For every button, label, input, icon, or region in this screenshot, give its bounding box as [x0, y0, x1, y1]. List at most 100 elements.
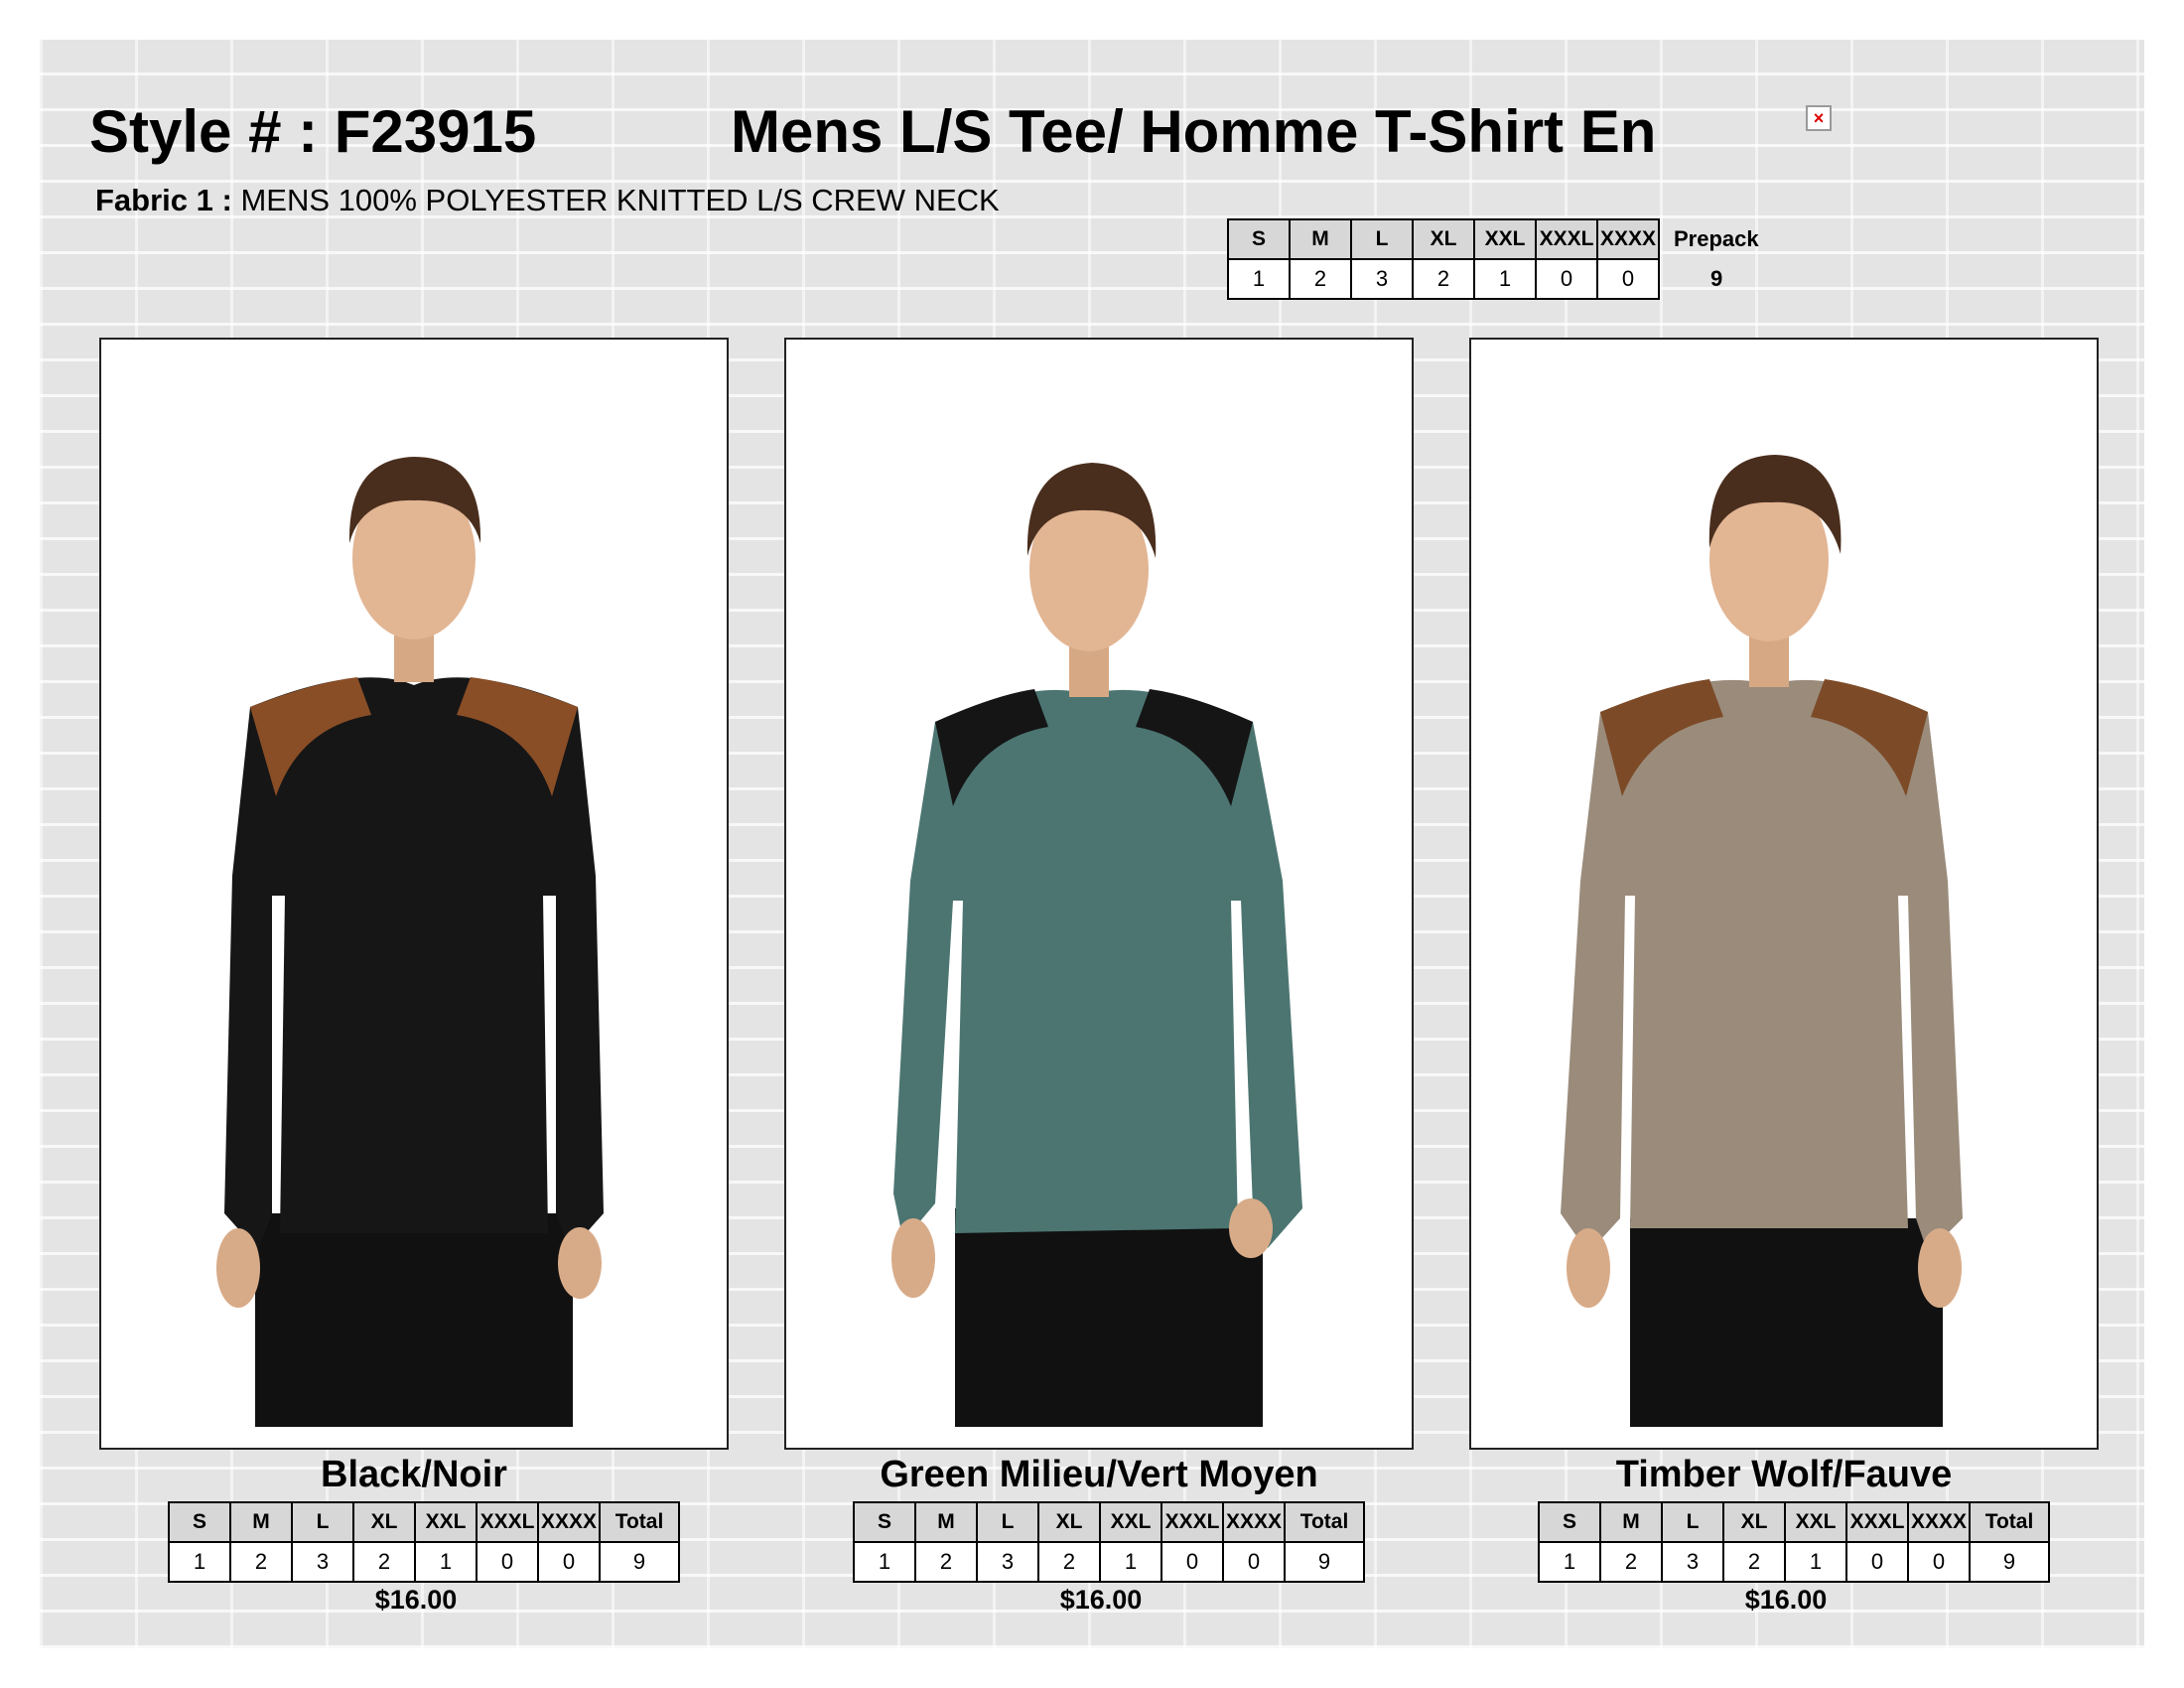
size-quantity: 2	[1289, 258, 1352, 300]
trousers	[1630, 1218, 1943, 1427]
size-quantity: 3	[1661, 1541, 1724, 1583]
size-quantity: 2	[1599, 1541, 1663, 1583]
product-title: Mens L/S Tee/ Homme T-Shirt En	[731, 98, 1657, 165]
color-name: Green Milieu/Vert Moyen	[880, 1454, 1318, 1495]
size-quantity: 2	[914, 1541, 978, 1583]
size-header: L	[976, 1501, 1039, 1543]
fabric-value: MENS 100% POLYESTER KNITTED L/S CREW NEC…	[240, 183, 1000, 217]
product-image-panel	[1469, 338, 2099, 1450]
size-quantity: 1	[1473, 258, 1537, 300]
size-quantity: 1	[1538, 1541, 1601, 1583]
size-quantity: 3	[1350, 258, 1414, 300]
size-quantity: 2	[229, 1541, 293, 1583]
broken-image-icon: ×	[1806, 105, 1832, 131]
size-header: L	[1350, 218, 1414, 260]
size-header: S	[168, 1501, 231, 1543]
style-number: Style # : F23915	[89, 98, 537, 165]
size-header: M	[229, 1501, 293, 1543]
size-header-row: S M L XL XXL XXXL XXXX	[1227, 218, 1660, 260]
product-image-panel	[784, 338, 1414, 1450]
hand-left	[1567, 1228, 1610, 1308]
price: $16.00	[374, 1585, 458, 1615]
size-header-row: S M L XL XXL XXXL XXXX Total	[853, 1501, 1365, 1543]
size-quantity: 2	[1037, 1541, 1101, 1583]
total-header: Total	[599, 1501, 680, 1543]
color-name: Black/Noir	[321, 1454, 507, 1495]
size-quantity: 1	[853, 1541, 916, 1583]
size-header: M	[1599, 1501, 1663, 1543]
size-quantity: 0	[1160, 1541, 1224, 1583]
size-header: XXXX	[1222, 1501, 1286, 1543]
size-quantity: 1	[1099, 1541, 1162, 1583]
size-header: XXXL	[1535, 218, 1598, 260]
price: $16.00	[1744, 1585, 1828, 1615]
size-header: XXL	[1473, 218, 1537, 260]
size-quantity: 3	[976, 1541, 1039, 1583]
size-header: M	[914, 1501, 978, 1543]
size-header: XXL	[414, 1501, 478, 1543]
size-quantity: 0	[1845, 1541, 1909, 1583]
size-header: XXL	[1784, 1501, 1847, 1543]
size-quantity: 0	[476, 1541, 539, 1583]
size-quantity: 0	[1535, 258, 1598, 300]
quantity-row: 1 2 3 2 1 0 0 9	[168, 1541, 680, 1583]
size-header: S	[853, 1501, 916, 1543]
size-header: S	[1538, 1501, 1601, 1543]
color-name: Timber Wolf/Fauve	[1615, 1454, 1953, 1495]
total-header: Total	[1969, 1501, 2050, 1543]
hand-right	[1918, 1228, 1962, 1308]
size-header: XXXX	[1596, 218, 1660, 260]
hand-left	[891, 1218, 935, 1298]
trousers	[955, 1208, 1263, 1427]
size-header: XL	[352, 1501, 416, 1543]
size-header-row: S M L XL XXL XXXL XXXX Total	[1538, 1501, 2050, 1543]
size-header: XXXX	[1907, 1501, 1971, 1543]
size-header: XXXL	[1160, 1501, 1224, 1543]
price: $16.00	[1059, 1585, 1143, 1615]
size-quantity: 2	[1722, 1541, 1786, 1583]
size-header: XXXL	[1845, 1501, 1909, 1543]
model-illustration	[1561, 455, 1963, 1427]
prepack-label: Prepack	[1674, 226, 1759, 251]
prepack-size-table: S M L XL XXL XXXL XXXX 1 2 3 2 1 0 0	[1227, 218, 1660, 300]
quantity-row: 1 2 3 2 1 0 0 9	[853, 1541, 1365, 1583]
model-illustration	[216, 457, 604, 1427]
size-quantity: 3	[291, 1541, 354, 1583]
size-header: XXXX	[537, 1501, 601, 1543]
size-quantity: 2	[1412, 258, 1475, 300]
total-quantity: 9	[1284, 1541, 1365, 1583]
size-quantity: 1	[414, 1541, 478, 1583]
size-header: XXL	[1099, 1501, 1162, 1543]
fabric-label: Fabric 1 :	[95, 183, 232, 217]
hand-right	[558, 1227, 602, 1299]
product-size-table: S M L XL XXL XXXL XXXX Total 1 2 3 2 1 0…	[168, 1501, 680, 1583]
quantity-row: 1 2 3 2 1 0 0 9	[1538, 1541, 2050, 1583]
model-illustration	[891, 463, 1302, 1427]
size-header: L	[291, 1501, 354, 1543]
size-quantity: 1	[1227, 258, 1291, 300]
size-header: XXXL	[476, 1501, 539, 1543]
size-quantity: 0	[537, 1541, 601, 1583]
size-header-row: S M L XL XXL XXXL XXXX Total	[168, 1501, 680, 1543]
size-quantity: 1	[1784, 1541, 1847, 1583]
product-size-table: S M L XL XXL XXXL XXXX Total 1 2 3 2 1 0…	[1538, 1501, 2050, 1583]
prepack-total: 9	[1710, 266, 1723, 291]
fabric-description: Fabric 1 : MENS 100% POLYESTER KNITTED L…	[95, 183, 1000, 218]
size-quantity: 0	[1596, 258, 1660, 300]
product-size-table: S M L XL XXL XXXL XXXX Total 1 2 3 2 1 0…	[853, 1501, 1365, 1583]
size-header: L	[1661, 1501, 1724, 1543]
product-image-panel	[99, 338, 729, 1450]
size-quantity: 0	[1907, 1541, 1971, 1583]
quantity-row: 1 2 3 2 1 0 0	[1227, 258, 1660, 300]
total-quantity: 9	[599, 1541, 680, 1583]
total-quantity: 9	[1969, 1541, 2050, 1583]
size-quantity: 2	[352, 1541, 416, 1583]
size-header: XL	[1722, 1501, 1786, 1543]
size-header: S	[1227, 218, 1291, 260]
size-header: XL	[1412, 218, 1475, 260]
hand-right	[1229, 1198, 1273, 1258]
total-header: Total	[1284, 1501, 1365, 1543]
size-quantity: 1	[168, 1541, 231, 1583]
size-header: XL	[1037, 1501, 1101, 1543]
size-header: M	[1289, 218, 1352, 260]
